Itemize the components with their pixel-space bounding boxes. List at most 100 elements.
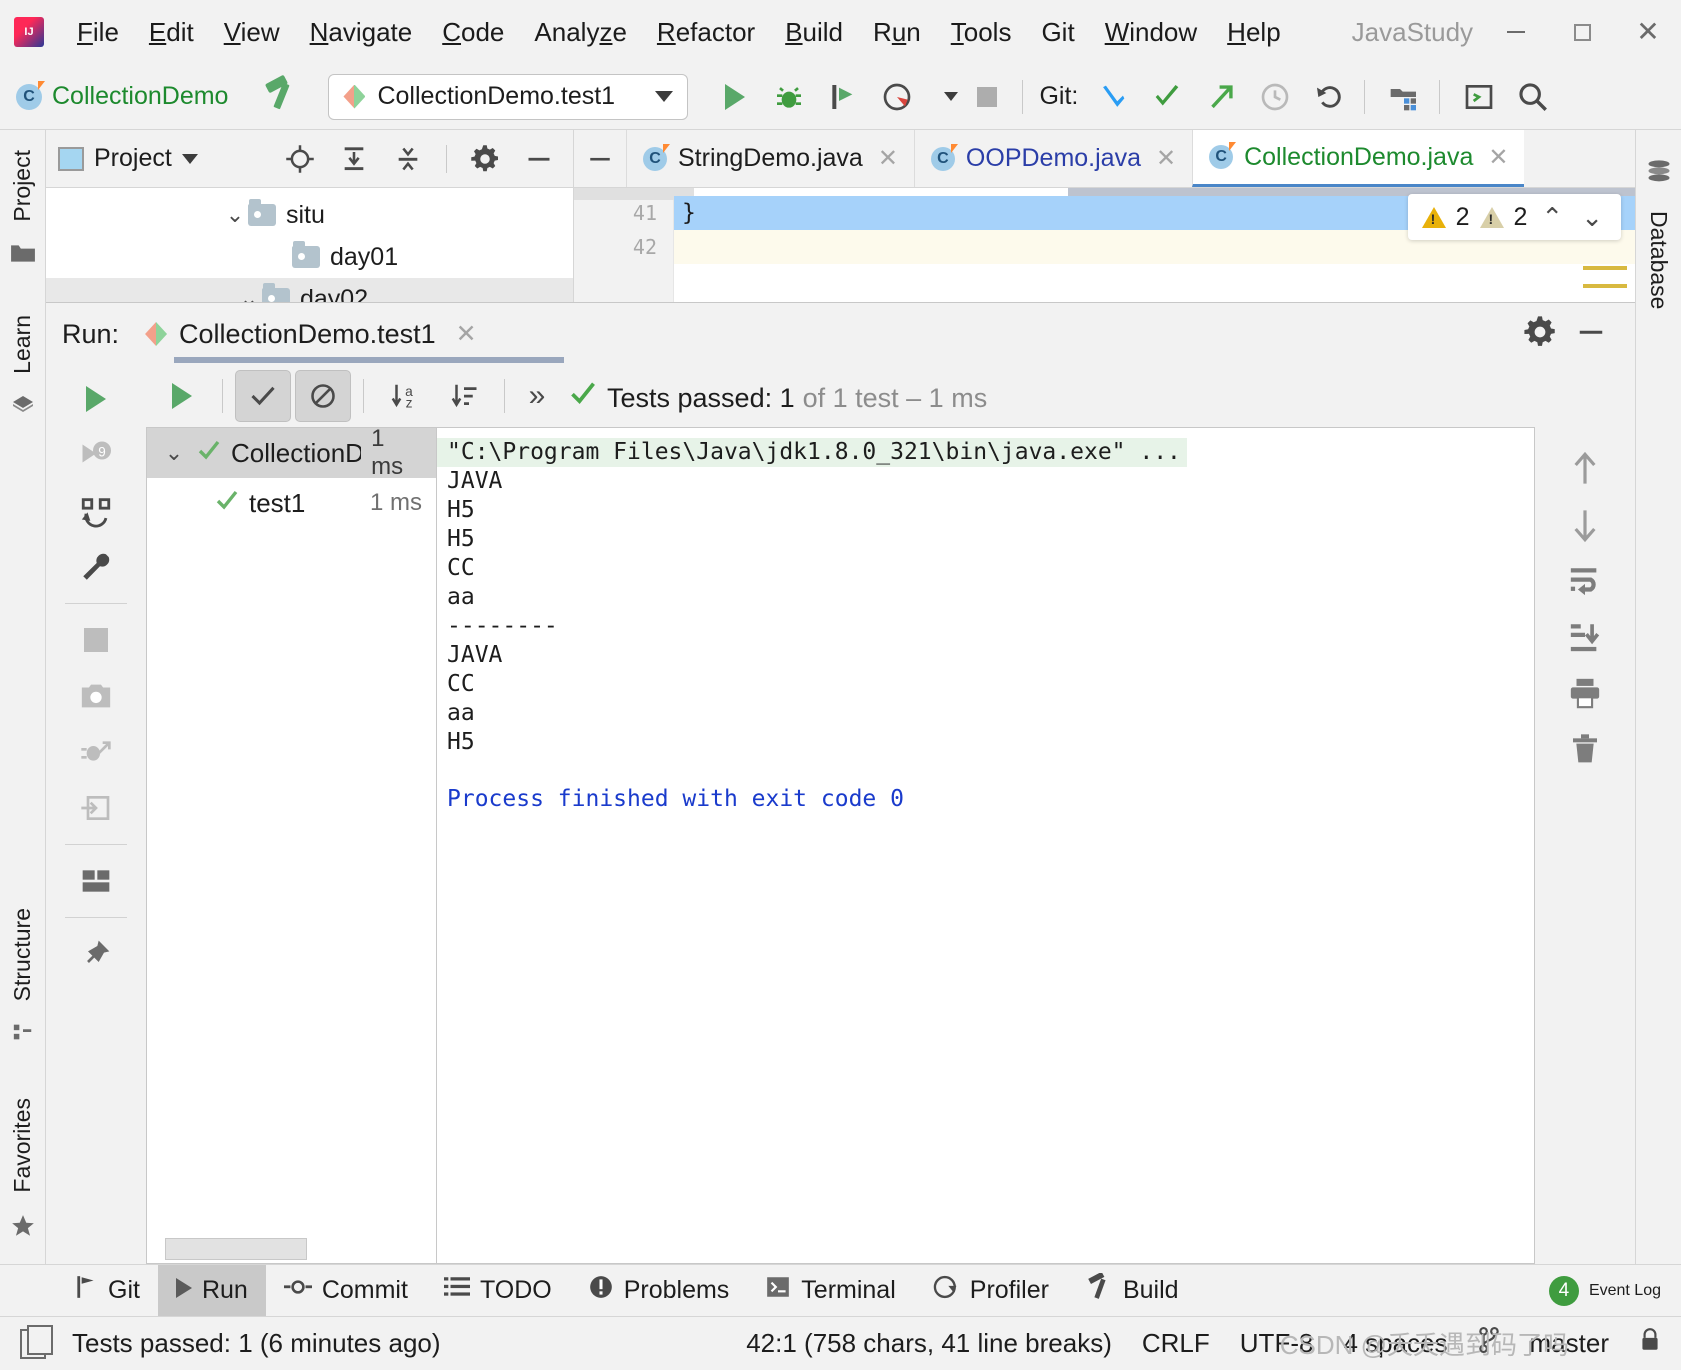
maximize-icon[interactable] bbox=[1549, 0, 1615, 64]
file-encoding[interactable]: UTF-8 bbox=[1240, 1328, 1314, 1359]
sort-by-duration-icon[interactable] bbox=[436, 370, 492, 422]
tool-window-git[interactable]: Git bbox=[56, 1265, 158, 1316]
gear-icon[interactable] bbox=[1523, 315, 1557, 354]
line-separator[interactable]: CRLF bbox=[1142, 1328, 1210, 1359]
search-everywhere-icon[interactable] bbox=[1508, 72, 1558, 122]
branch-name[interactable]: master bbox=[1530, 1328, 1609, 1359]
update-project-icon[interactable] bbox=[1088, 72, 1138, 122]
collapse-all-icon[interactable] bbox=[386, 137, 430, 181]
menu-window[interactable]: Window bbox=[1090, 15, 1212, 50]
commit-icon[interactable] bbox=[1142, 72, 1192, 122]
debug-icon[interactable] bbox=[764, 72, 814, 122]
profile-dropdown-icon[interactable] bbox=[926, 72, 959, 122]
run-configuration-selector[interactable]: CollectionDemo.test1 bbox=[328, 73, 689, 120]
scroll-up-icon[interactable] bbox=[1548, 441, 1622, 497]
hide-icon[interactable] bbox=[1575, 317, 1619, 352]
git-branch-icon[interactable] bbox=[1478, 1327, 1500, 1360]
tool-window-commit[interactable]: Commit bbox=[266, 1265, 426, 1316]
push-icon[interactable] bbox=[1196, 72, 1246, 122]
menu-build[interactable]: Build bbox=[770, 15, 858, 50]
rerun-icon[interactable] bbox=[59, 371, 133, 427]
close-icon[interactable]: ✕ bbox=[878, 144, 898, 173]
test-tree-row-test1[interactable]: test1 1 ms bbox=[147, 478, 436, 528]
chevron-down-icon[interactable]: ⌄ bbox=[1577, 202, 1607, 233]
event-log-button[interactable]: 4 Event Log bbox=[1548, 1265, 1681, 1316]
menu-tools[interactable]: Tools bbox=[936, 15, 1027, 50]
camera-icon[interactable] bbox=[59, 668, 133, 724]
sidebar-item-structure[interactable]: Structure bbox=[9, 898, 36, 1011]
scroll-down-icon[interactable] bbox=[1548, 497, 1622, 553]
tree-node-day01[interactable]: day01 bbox=[46, 236, 573, 278]
sidebar-item-favorites[interactable]: Favorites bbox=[9, 1088, 36, 1203]
expand-all-icon[interactable] bbox=[332, 137, 376, 181]
chevron-down-icon[interactable]: ⌄ bbox=[161, 440, 187, 466]
project-chip[interactable]: CollectionDemo bbox=[16, 80, 228, 111]
trash-icon[interactable] bbox=[1548, 721, 1622, 777]
history-icon[interactable] bbox=[1250, 72, 1300, 122]
rollback-icon[interactable] bbox=[1304, 72, 1354, 122]
menu-edit[interactable]: Edit bbox=[134, 15, 209, 50]
tab-collectiondemo[interactable]: CollectionDemo.java ✕ bbox=[1192, 130, 1525, 187]
dump-threads-icon[interactable] bbox=[59, 724, 133, 780]
code-editor[interactable]: 41 42 } 2 2 ⌃ bbox=[574, 188, 1635, 302]
rerun-icon[interactable] bbox=[154, 370, 210, 422]
tool-window-profiler[interactable]: Profiler bbox=[914, 1265, 1067, 1316]
run-with-coverage-icon[interactable] bbox=[818, 72, 868, 122]
close-icon[interactable]: ✕ bbox=[1488, 143, 1508, 172]
run-icon[interactable] bbox=[710, 72, 760, 122]
chevron-down-icon[interactable]: ⌄ bbox=[236, 286, 262, 302]
menu-file[interactable]: File bbox=[62, 15, 134, 50]
run-tab[interactable]: CollectionDemo.test1 ✕ bbox=[145, 319, 477, 350]
layout-icon[interactable] bbox=[59, 853, 133, 909]
scroll-to-end-icon[interactable] bbox=[1548, 609, 1622, 665]
menu-view[interactable]: View bbox=[209, 15, 295, 50]
rerun-failed-icon[interactable]: 9 bbox=[59, 427, 133, 483]
close-icon[interactable]: ✕ bbox=[456, 319, 477, 349]
settings-icon[interactable] bbox=[463, 137, 507, 181]
show-ignored-tests-icon[interactable] bbox=[295, 370, 351, 422]
close-icon[interactable]: ✕ bbox=[1615, 0, 1681, 64]
chevron-down-icon[interactable] bbox=[655, 91, 674, 102]
editor-text[interactable]: } 2 2 ⌃ ⌄ bbox=[674, 188, 1635, 302]
test-tree-row-collectiondemo[interactable]: ⌄ CollectionD 1 ms bbox=[147, 425, 436, 480]
stop-icon[interactable] bbox=[962, 72, 1012, 122]
stop-square-icon[interactable] bbox=[59, 612, 133, 668]
tool-window-terminal[interactable]: Terminal bbox=[747, 1265, 913, 1316]
chevron-down-icon[interactable] bbox=[181, 153, 198, 164]
test-results-tree[interactable]: ⌄ CollectionD 1 ms test1 1 ms bbox=[146, 425, 436, 1264]
hide-icon[interactable] bbox=[574, 130, 626, 187]
close-icon[interactable]: ✕ bbox=[1156, 144, 1176, 173]
sidebar-item-learn[interactable]: Learn bbox=[9, 305, 36, 384]
locate-icon[interactable] bbox=[278, 137, 322, 181]
hide-icon[interactable] bbox=[517, 137, 561, 181]
chevron-down-icon[interactable]: ⌄ bbox=[222, 202, 248, 228]
sort-alphabetically-icon[interactable]: az bbox=[376, 370, 432, 422]
restore-layout-icon[interactable] bbox=[59, 483, 133, 539]
tool-window-problems[interactable]: Problems bbox=[570, 1265, 748, 1316]
tab-oopdemo[interactable]: OOPDemo.java ✕ bbox=[913, 130, 1192, 187]
test-tree-scrollbar[interactable] bbox=[147, 1237, 436, 1263]
settings-wrench-icon[interactable] bbox=[59, 539, 133, 595]
menu-analyze[interactable]: Analyze bbox=[519, 15, 642, 50]
project-tree[interactable]: ⌄ situ day01 ⌄ day02 bbox=[46, 188, 573, 302]
inspection-widget[interactable]: 2 2 ⌃ ⌄ bbox=[1407, 194, 1621, 240]
tool-window-build[interactable]: Build bbox=[1067, 1265, 1197, 1316]
pin-icon[interactable] bbox=[59, 926, 133, 982]
minimize-icon[interactable] bbox=[1483, 0, 1549, 64]
hammer-icon[interactable] bbox=[262, 77, 302, 117]
profile-icon[interactable] bbox=[872, 72, 922, 122]
console-output[interactable]: "C:\Program Files\Java\jdk1.8.0_321\bin\… bbox=[436, 427, 1535, 1264]
tool-window-todo[interactable]: TODO bbox=[426, 1265, 570, 1316]
expand-more-icon[interactable]: » bbox=[517, 370, 557, 422]
project-structure-icon[interactable] bbox=[1379, 72, 1429, 122]
menu-help[interactable]: Help bbox=[1212, 15, 1295, 50]
terminal-icon[interactable] bbox=[1454, 72, 1504, 122]
tree-node-day02[interactable]: ⌄ day02 bbox=[46, 278, 573, 302]
menu-run[interactable]: Run bbox=[858, 15, 936, 50]
menu-navigate[interactable]: Navigate bbox=[295, 15, 428, 50]
menu-git[interactable]: Git bbox=[1026, 15, 1089, 50]
chevron-up-icon[interactable]: ⌃ bbox=[1537, 202, 1567, 233]
sidebar-item-project[interactable]: Project bbox=[9, 140, 36, 232]
lock-icon[interactable] bbox=[1639, 1327, 1661, 1360]
scroll-thumb[interactable] bbox=[165, 1238, 307, 1260]
